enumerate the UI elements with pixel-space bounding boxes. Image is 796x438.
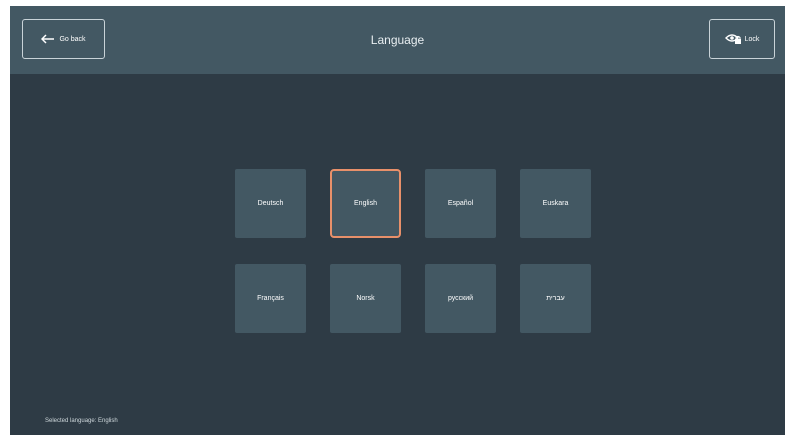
language-tile-russian[interactable]: русский [425, 264, 496, 333]
lock-button[interactable]: Lock [709, 19, 775, 59]
go-back-label: Go back [59, 35, 86, 43]
language-label: русский [447, 295, 474, 302]
language-tile-hebrew[interactable]: עברית [520, 264, 591, 333]
arrow-left-icon [41, 34, 55, 44]
language-label: Français [257, 295, 284, 302]
language-grid: Deutsch English Español Euskara Français… [235, 169, 591, 333]
language-tile-francais[interactable]: Français [235, 264, 306, 333]
eye-lock-icon [724, 33, 743, 45]
language-tile-english[interactable]: English [330, 169, 401, 238]
language-label: Euskara [542, 200, 569, 207]
language-label: Norsk [356, 295, 375, 302]
language-tile-espanol[interactable]: Español [425, 169, 496, 238]
language-label: English [354, 200, 377, 207]
language-tile-euskara[interactable]: Euskara [520, 169, 591, 238]
language-label: עברית [546, 295, 565, 302]
language-tile-norsk[interactable]: Norsk [330, 264, 401, 333]
lock-label: Lock [744, 35, 760, 43]
header-bar: Language Go back Lock [10, 6, 785, 74]
language-label: Deutsch [257, 200, 284, 207]
language-screen: Language Go back Lock Deutsch English Es… [10, 6, 785, 435]
language-label: Español [447, 200, 474, 207]
selected-language-status: Selected language: English [45, 418, 118, 424]
go-back-button[interactable]: Go back [22, 19, 105, 59]
page-title: Language [370, 33, 425, 47]
language-tile-deutsch[interactable]: Deutsch [235, 169, 306, 238]
